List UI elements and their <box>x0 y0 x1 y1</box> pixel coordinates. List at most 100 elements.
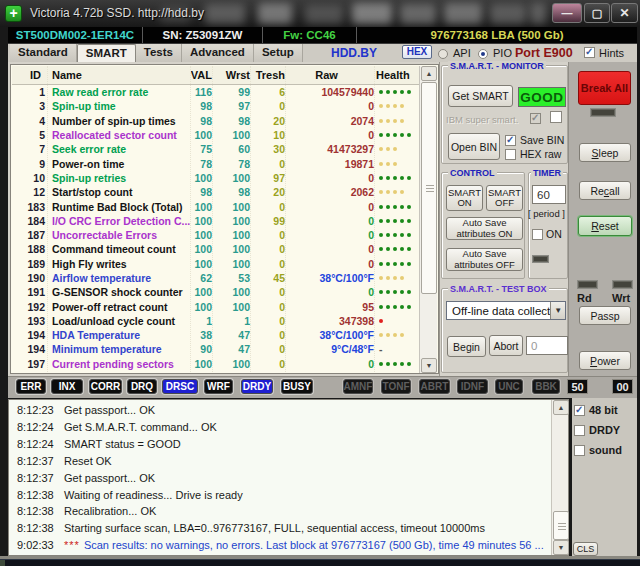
save-bin-checkbox[interactable] <box>505 135 516 146</box>
column-header-health[interactable]: Health <box>374 69 419 81</box>
hints-checkbox[interactable] <box>584 47 595 58</box>
tab-tests[interactable]: Tests <box>136 44 182 62</box>
log-scroll-up-icon[interactable]: ▲ <box>553 400 569 415</box>
smart-attribute-row[interactable]: 12Start/stop count9898202062 <box>12 185 419 199</box>
48-bit-checkbox[interactable] <box>574 405 585 416</box>
read-led-label: Rd <box>577 292 592 304</box>
smart-attribute-row[interactable]: 184I/O CRC Error Detection C...100100990 <box>12 214 419 228</box>
minimize-button[interactable]: — <box>552 3 582 23</box>
smart-attribute-row[interactable]: 190Airflow temperature62534538°C/100°F <box>12 271 419 285</box>
status-flag-drq[interactable]: DRQ <box>127 379 157 394</box>
log-scrollbar[interactable]: ▲ ▼ <box>551 400 568 555</box>
window-title: Victoria 4.72b SSD. http://hdd.by <box>30 6 204 20</box>
test-select[interactable]: Off-line data collect ▼ <box>446 301 566 320</box>
maximize-button[interactable]: ▢ <box>584 3 610 23</box>
smart-attribute-row[interactable]: 9Power-on time7878019871 <box>12 156 419 170</box>
smart-attribute-row[interactable]: 10Spin-up retries100100970 <box>12 171 419 185</box>
smart-attribute-row[interactable]: 189High Fly writes10010000 <box>12 257 419 271</box>
auto-save-off-button[interactable]: Auto Save attributes OFF <box>446 248 523 271</box>
monitor-extra-checkbox[interactable] <box>550 111 562 123</box>
column-header-id[interactable]: ID <box>12 69 46 81</box>
smart-table-header: IDNameVALWrstTreshRawHealth <box>12 66 419 85</box>
scroll-up-icon[interactable]: ▲ <box>421 66 437 81</box>
smart-attribute-row[interactable]: 194Minimum temperature904709°C/48°F- <box>12 342 419 356</box>
break-all-button[interactable]: Break All <box>578 71 631 105</box>
table-scrollbar-thumb[interactable] <box>421 82 437 294</box>
status-flag-abrt[interactable]: ABRT <box>419 379 450 394</box>
smart-attribute-row[interactable]: 5Reallocated sector count100100100 <box>12 128 419 142</box>
health-indicator <box>374 147 419 151</box>
status-flag-wrf[interactable]: WRF <box>204 379 233 394</box>
test-count-field[interactable]: 0 <box>526 336 568 355</box>
cls-button[interactable]: CLS <box>573 542 598 556</box>
smart-on-button[interactable]: SMART ON <box>446 185 483 211</box>
hex-button[interactable]: HEX <box>402 45 432 59</box>
column-header-raw[interactable]: Raw <box>285 69 374 81</box>
api-radio[interactable] <box>438 49 448 59</box>
smart-attribute-row[interactable]: 187Uncorrectable Errors10010000 <box>12 228 419 242</box>
tab-standard[interactable]: Standard <box>10 44 77 62</box>
smart-attribute-row[interactable]: 197Current pending sectors10010000 <box>12 357 419 371</box>
status-flag-busy[interactable]: BUSY <box>281 379 313 394</box>
chevron-down-icon[interactable]: ▼ <box>550 302 565 319</box>
column-header-name[interactable]: Name <box>46 69 190 81</box>
smart-attribute-row[interactable]: 183Runtime Bad Block (Total)10010000 <box>12 199 419 213</box>
column-header-val[interactable]: VAL <box>190 69 212 81</box>
timer-value-field[interactable]: 60 <box>532 185 566 204</box>
get-smart-button[interactable]: Get SMART <box>448 85 513 107</box>
power-button[interactable]: Power <box>579 351 631 370</box>
smart-attribute-row[interactable]: 4Number of spin-up times9898202074 <box>12 114 419 128</box>
smart-off-button[interactable]: SMART OFF <box>486 185 523 211</box>
smart-attribute-row[interactable]: 1Raw read error rate116996104579440 <box>12 85 419 99</box>
log-line: 8:12:37Reset OK <box>9 455 549 471</box>
status-flag-idnf[interactable]: IDNF <box>457 379 488 394</box>
timer-on-label: ON <box>546 228 562 240</box>
hints-label: Hints <box>599 47 624 59</box>
smart-attribute-row[interactable]: 192Power-off retract count100100095 <box>12 299 419 313</box>
status-flag-bbk[interactable]: BBK <box>532 379 560 394</box>
write-led-label: Wrt <box>612 292 630 304</box>
status-flag-corr[interactable]: CORR <box>89 379 122 394</box>
column-header-wrst[interactable]: Wrst <box>212 69 250 81</box>
timer-on-checkbox[interactable] <box>532 229 543 240</box>
auto-save-on-button[interactable]: Auto Save attributes ON <box>446 217 523 240</box>
sleep-button[interactable]: Sleep <box>579 143 631 162</box>
taskbar <box>0 559 640 566</box>
status-flag-amnf[interactable]: AMNF <box>343 379 373 394</box>
smart-attribute-row[interactable]: 191G-SENSOR shock counter10010000 <box>12 285 419 299</box>
table-scrollbar[interactable]: ▲ ▼ <box>419 66 437 373</box>
register-value-1: 00 <box>612 379 633 394</box>
passport-button[interactable]: Passp <box>579 306 631 325</box>
log-scrollbar-thumb[interactable] <box>553 511 569 540</box>
pio-radio[interactable] <box>478 49 488 59</box>
health-indicator <box>374 219 419 223</box>
log-scroll-down-icon[interactable]: ▼ <box>553 540 569 555</box>
close-button[interactable]: ✕ <box>611 3 638 23</box>
reset-button[interactable]: Reset <box>578 216 632 236</box>
smart-attribute-row[interactable]: 188Command timeout count10010000 <box>12 242 419 256</box>
abort-button[interactable]: Abort <box>489 335 523 356</box>
tab-setup[interactable]: Setup <box>254 44 303 62</box>
open-bin-button[interactable]: Open BIN <box>448 133 500 160</box>
status-flag-err[interactable]: ERR <box>16 379 46 394</box>
drdy-label: DRDY <box>589 424 620 436</box>
sound-checkbox[interactable] <box>574 445 585 456</box>
status-flag-drdy[interactable]: DRDY <box>241 379 273 394</box>
status-flag-inx[interactable]: INX <box>51 379 83 394</box>
smart-attribute-row[interactable]: 194HDA Temperature3847038°C/100°F <box>12 328 419 342</box>
hex-raw-checkbox[interactable] <box>505 149 516 160</box>
status-flag-unc[interactable]: UNC <box>495 379 523 394</box>
status-flag-tonf[interactable]: TONF <box>381 379 411 394</box>
scroll-down-icon[interactable]: ▼ <box>421 358 437 373</box>
smart-attribute-row[interactable]: 7Seek error rate75603041473297 <box>12 142 419 156</box>
drdy-checkbox[interactable] <box>574 425 585 436</box>
recall-button[interactable]: Recall <box>579 181 631 200</box>
smart-attribute-row[interactable]: 3Spin-up time989700 <box>12 99 419 113</box>
status-flag-drsc[interactable]: DRSC <box>162 379 198 394</box>
tab-smart[interactable]: SMART <box>77 44 136 62</box>
smart-attribute-row[interactable]: 193Load/unload cycle count110347398 <box>12 314 419 328</box>
begin-button[interactable]: Begin <box>447 336 486 357</box>
column-header-tresh[interactable]: Tresh <box>250 69 285 81</box>
sound-label: sound <box>589 444 622 456</box>
tab-advanced[interactable]: Advanced <box>182 44 254 62</box>
